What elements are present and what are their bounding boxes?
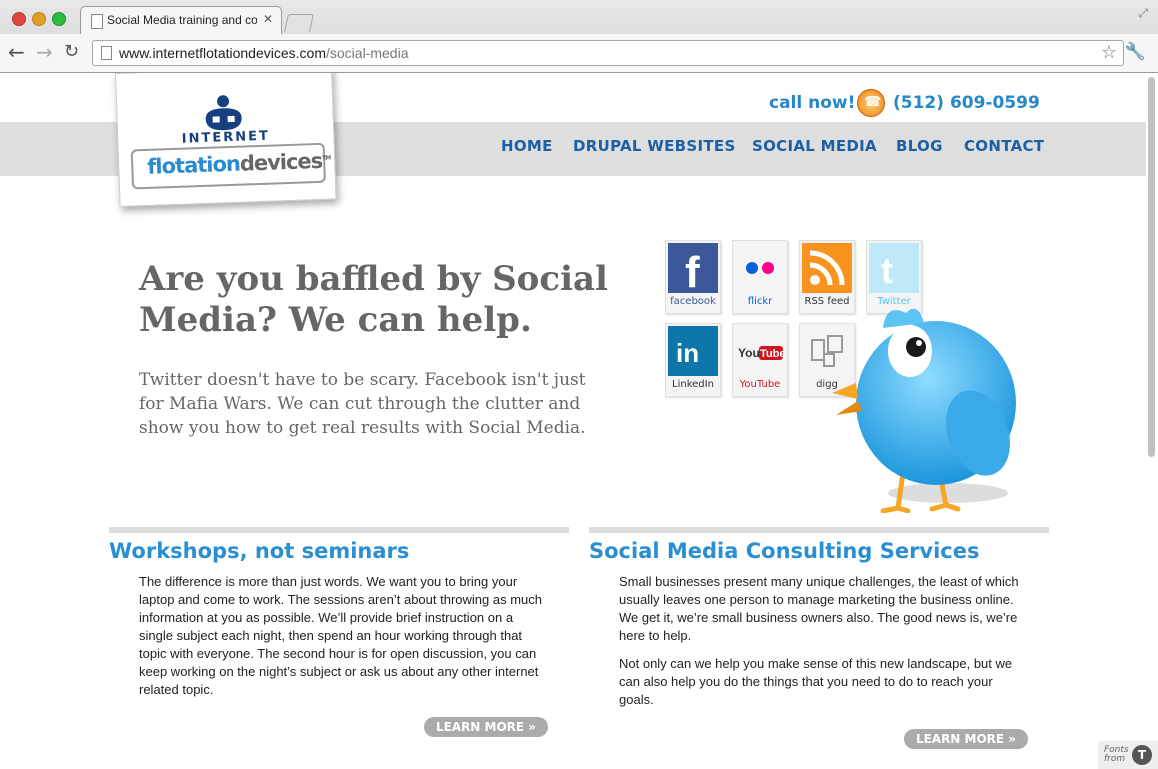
section-divider xyxy=(589,527,1049,533)
forward-arrow-icon[interactable]: → xyxy=(36,40,53,64)
browser-toolbar: ← → ↻ www.internetflotationdevices.com/s… xyxy=(0,34,1158,72)
close-tab-icon[interactable]: ✕ xyxy=(263,12,273,26)
fonts-badge[interactable]: Fonts from T xyxy=(1098,741,1158,769)
fonts-badge-text: Fonts from xyxy=(1104,746,1129,764)
url-text[interactable]: www.internetflotationdevices.com/social-… xyxy=(119,45,408,61)
logo-word-devices: devices xyxy=(239,148,323,176)
fonts-provider-logo-icon: T xyxy=(1132,745,1152,765)
logo-wordmark: flotationdevicesTM xyxy=(147,149,331,179)
learn-more-button-consulting[interactable]: LEARN MORE » xyxy=(904,729,1028,749)
url-path: /social-media xyxy=(326,45,409,61)
fullscreen-icon[interactable]: ⤢ xyxy=(1138,6,1148,21)
tile-label: LinkedIn xyxy=(672,379,714,390)
social-tile-facebook[interactable]: f facebook xyxy=(665,240,721,314)
reload-icon[interactable]: ↻ xyxy=(64,41,79,62)
page-icon xyxy=(101,46,112,60)
minimize-window-button[interactable] xyxy=(32,12,46,26)
logo-wordmark-box: flotationdevicesTM xyxy=(130,142,330,190)
bookmark-star-icon[interactable]: ☆ xyxy=(1101,42,1117,63)
svg-text:in: in xyxy=(676,338,699,368)
svg-text:You: You xyxy=(738,346,760,360)
nav-home[interactable]: HOME xyxy=(501,137,553,155)
social-tile-flickr[interactable]: flickr xyxy=(732,240,788,314)
logo-tm: TM xyxy=(321,154,331,162)
tab-title: Social Media training and cor xyxy=(107,13,257,27)
browser-window-chrome: Social Media training and cor ✕ ⤢ ← → ↻ … xyxy=(0,0,1158,73)
linkedin-icon: in xyxy=(668,326,718,376)
back-arrow-icon[interactable]: ← xyxy=(8,40,25,64)
zoom-window-button[interactable] xyxy=(52,12,66,26)
section-paragraph: The difference is more than just words. … xyxy=(139,574,542,697)
web-page: INTERNET flotationdevicesTM call now! ☎ … xyxy=(0,73,1158,769)
section-title: Workshops, not seminars xyxy=(109,539,410,563)
wrench-menu-icon[interactable]: 🔧 xyxy=(1125,42,1146,62)
logo-word-flotation: flotation xyxy=(146,151,241,179)
learn-more-button-workshops[interactable]: LEARN MORE » xyxy=(424,717,548,737)
section-title: Social Media Consulting Services xyxy=(589,539,980,563)
browser-tab[interactable]: Social Media training and cor ✕ xyxy=(80,6,282,35)
fonts-badge-line2: from xyxy=(1104,754,1126,764)
hero-headline: Are you baffled by Social Media? We can … xyxy=(139,259,608,340)
facebook-icon: f xyxy=(668,243,718,293)
phone-number[interactable]: (512) 609-0599 xyxy=(893,93,1040,113)
phone-icon: ☎ xyxy=(857,89,885,117)
social-tile-linkedin[interactable]: in LinkedIn xyxy=(665,323,721,397)
consulting-section: Social Media Consulting Services Small b… xyxy=(589,527,1049,709)
close-window-button[interactable] xyxy=(12,12,26,26)
tile-label: YouTube xyxy=(739,379,781,390)
social-tile-youtube[interactable]: You Tube YouTube xyxy=(732,323,788,397)
nav-blog[interactable]: BLOG xyxy=(896,137,943,155)
site-logo[interactable]: INTERNET flotationdevicesTM xyxy=(115,73,337,207)
section-divider xyxy=(109,527,569,533)
svg-text:Tube: Tube xyxy=(760,348,785,360)
new-tab-button[interactable] xyxy=(284,14,314,32)
workshops-section: Workshops, not seminars The difference i… xyxy=(109,527,569,699)
section-paragraph: Not only can we help you make sense of t… xyxy=(619,656,1013,707)
nav-drupal-websites[interactable]: DRUPAL WEBSITES xyxy=(573,137,736,155)
twitter-bird-mascot-icon xyxy=(832,308,1016,513)
nav-contact[interactable]: CONTACT xyxy=(964,137,1044,155)
section-paragraph: Small businesses present many unique cha… xyxy=(619,574,1019,643)
page-icon xyxy=(91,14,103,29)
svg-text:f: f xyxy=(685,248,700,293)
hero-intro: Twitter doesn't have to be scary. Facebo… xyxy=(139,370,586,438)
nav-social-media[interactable]: SOCIAL MEDIA xyxy=(752,137,877,155)
tile-label: flickr xyxy=(747,296,773,307)
scrollbar[interactable] xyxy=(1148,77,1155,457)
flickr-icon xyxy=(735,243,785,293)
address-bar[interactable]: www.internetflotationdevices.com/social-… xyxy=(92,40,1124,66)
call-now-label: call now! xyxy=(769,93,856,113)
tile-label: facebook xyxy=(670,296,716,307)
url-domain: www.internetflotationdevices.com xyxy=(119,45,326,61)
youtube-icon: You Tube xyxy=(735,326,785,376)
